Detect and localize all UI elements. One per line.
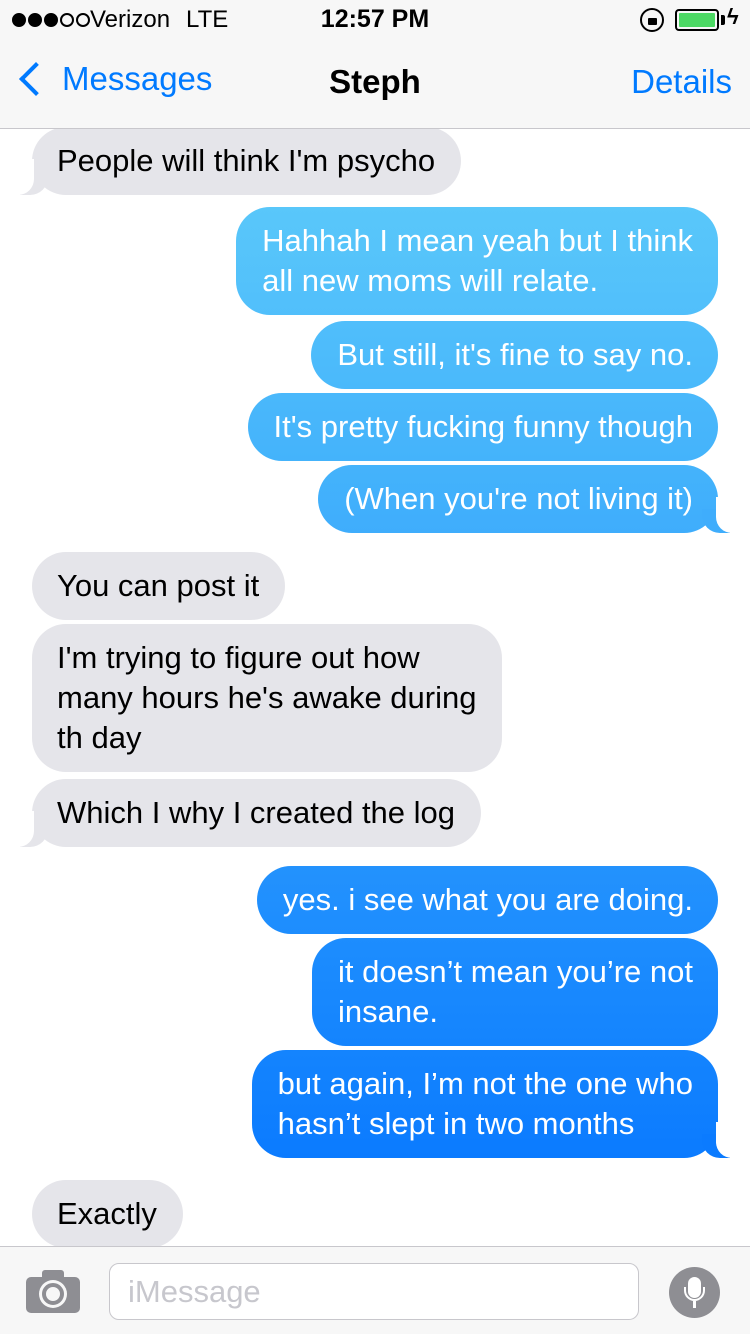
- bubble-tail: [14, 159, 48, 195]
- chevron-left-icon: [19, 62, 53, 96]
- orientation-lock-icon: [640, 8, 664, 32]
- message-text-line: It's pretty fucking funny though: [273, 409, 694, 444]
- message-text-line: yes. i see what you are doing.: [282, 882, 693, 917]
- message-input[interactable]: [109, 1263, 639, 1320]
- message-text-line: You can post it: [57, 568, 260, 603]
- incoming-message-bubble[interactable]: Exactly: [32, 1180, 183, 1248]
- bubble-tail: [702, 1122, 736, 1158]
- outgoing-message-bubble[interactable]: yes. i see what you are doing.: [256, 866, 718, 934]
- message-text-line: I'm trying to figure out how: [57, 640, 420, 675]
- message-text-line: many hours he's awake during: [57, 680, 477, 715]
- status-bar: Verizon LTE 12:57 PM ϟ: [0, 0, 750, 40]
- outgoing-message-bubble[interactable]: It's pretty fucking funny though: [247, 393, 718, 461]
- outgoing-message-bubble[interactable]: But still, it's fine to say no.: [311, 321, 718, 389]
- back-button[interactable]: Messages: [14, 60, 212, 98]
- status-time: 12:57 PM: [320, 5, 430, 33]
- charging-bolt-icon: ϟ: [727, 4, 739, 29]
- outgoing-message-bubble[interactable]: it doesn’t mean you’re not insane.: [312, 938, 718, 1046]
- message-text-line: all new moms will relate.: [262, 263, 599, 298]
- outgoing-message-bubble[interactable]: Hahhah I mean yeah but I think all new mo…: [236, 207, 718, 315]
- messages-screen: People will think I'm psycho Hahhah I mea…: [0, 0, 750, 1334]
- bubble-tail: [702, 497, 736, 533]
- compose-bar: [0, 1246, 750, 1334]
- incoming-message-bubble[interactable]: Which I why I created the log: [32, 779, 482, 847]
- details-button[interactable]: Details: [631, 63, 732, 101]
- message-text-line: Hahhah I mean yeah but I think: [262, 223, 693, 258]
- message-text-line: But still, it's fine to say no.: [337, 337, 693, 372]
- incoming-message-bubble[interactable]: People will think I'm psycho: [32, 127, 462, 195]
- message-text-line: it doesn’t mean you’re not: [338, 954, 693, 989]
- bubble-tail: [14, 811, 48, 847]
- incoming-message-bubble[interactable]: You can post it: [32, 552, 286, 620]
- message-text-line: People will think I'm psycho: [57, 143, 436, 178]
- back-label: Messages: [62, 60, 213, 97]
- message-text-line: hasn’t slept in two months: [277, 1106, 635, 1141]
- message-text-line: insane.: [338, 994, 438, 1029]
- outgoing-message-bubble[interactable]: but again, I’m not the one who hasn’t sle…: [251, 1050, 718, 1158]
- microphone-icon[interactable]: [669, 1267, 720, 1318]
- battery-tip: [721, 15, 725, 25]
- top-bar: Verizon LTE 12:57 PM ϟ Messages Steph De…: [0, 0, 750, 129]
- outgoing-message-bubble[interactable]: (When you're not living it): [318, 465, 718, 533]
- message-text-line: but again, I’m not the one who: [277, 1066, 693, 1101]
- message-text-line: th day: [57, 720, 142, 755]
- message-text-line: Exactly: [57, 1196, 157, 1231]
- message-text-line: Which I why I created the log: [57, 795, 456, 830]
- incoming-message-bubble[interactable]: I'm trying to figure out how many hours h…: [32, 624, 503, 772]
- camera-icon[interactable]: [26, 1269, 80, 1313]
- battery-icon: [675, 9, 719, 31]
- message-text-line: (When you're not living it): [344, 481, 693, 516]
- navigation-bar: Messages Steph Details: [0, 40, 750, 129]
